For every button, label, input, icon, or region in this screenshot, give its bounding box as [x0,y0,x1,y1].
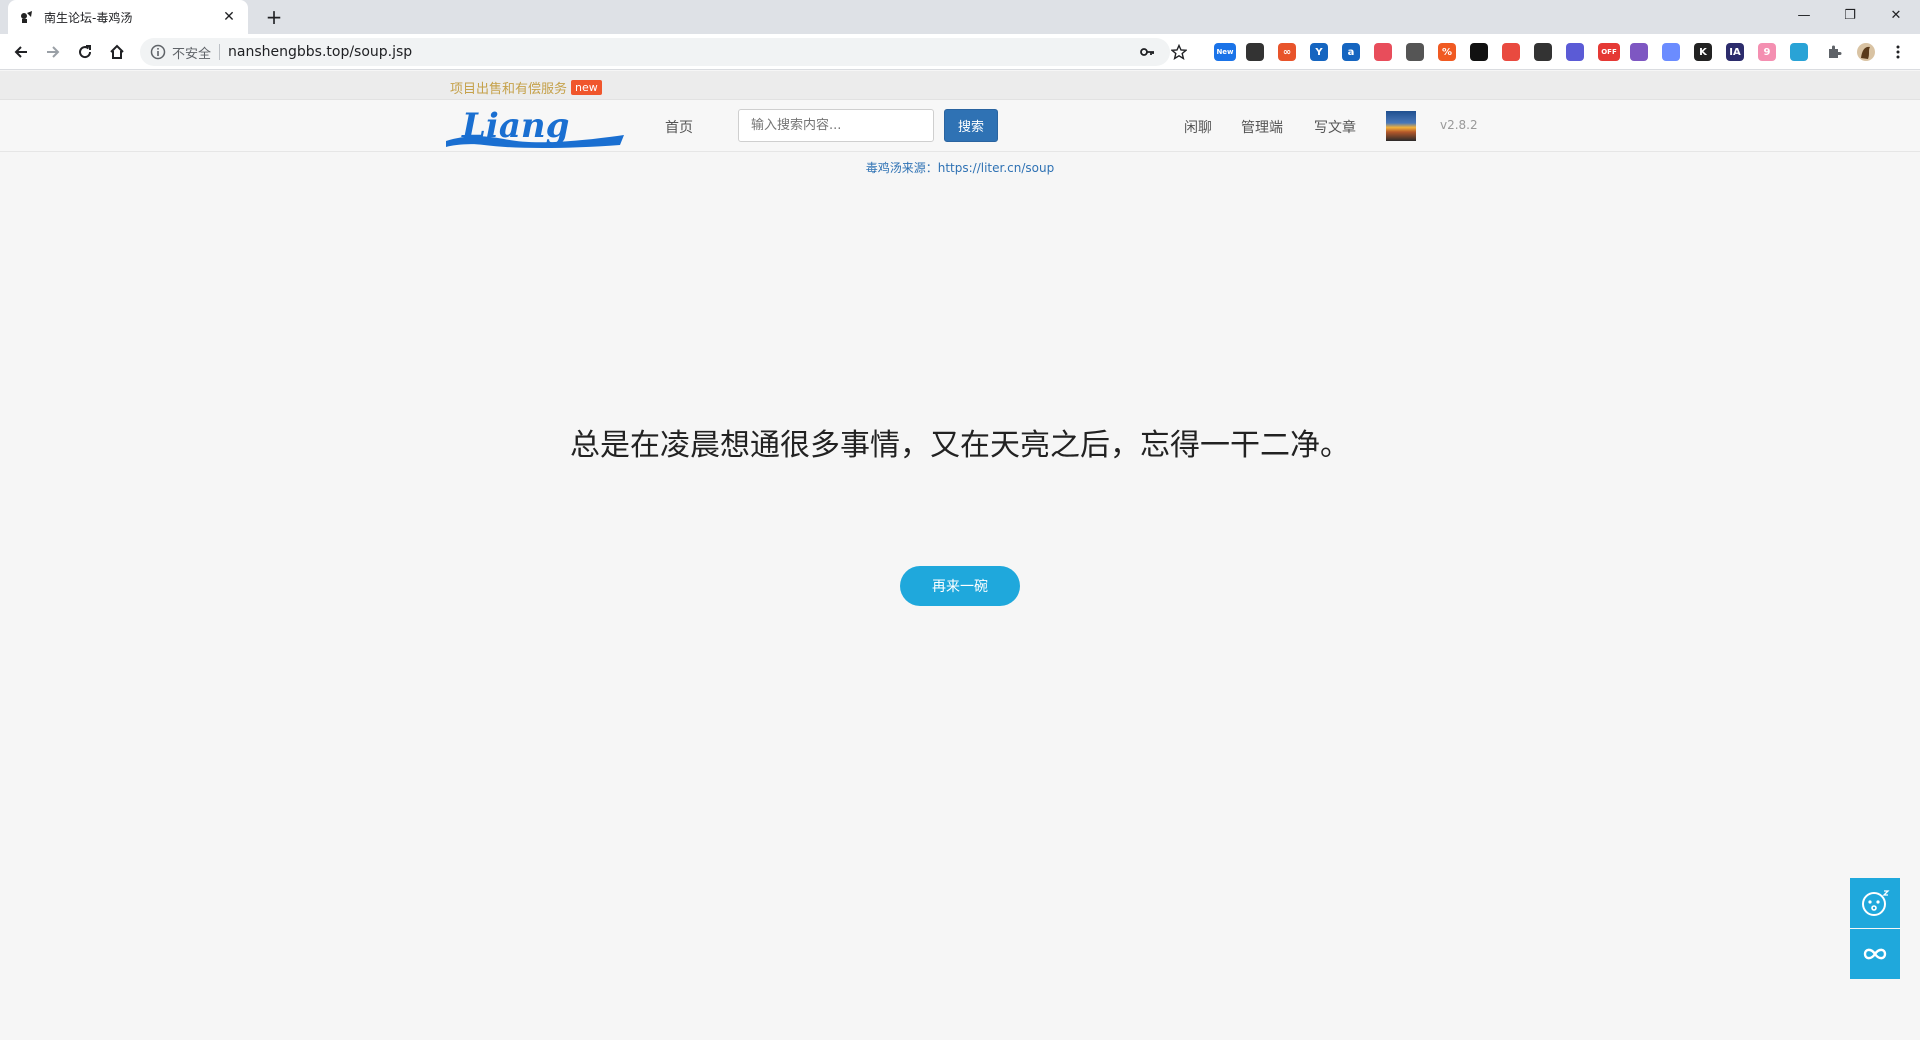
version-label: v2.8.2 [1440,118,1478,132]
url-text[interactable]: nanshengbbs.top/soup.jsp [228,44,412,60]
ext-18-icon[interactable]: 9 [1758,43,1776,61]
ext-10-icon[interactable] [1502,43,1520,61]
soup-source-link[interactable]: 毒鸡汤来源：https://liter.cn/soup [0,159,1920,176]
floating-link-button[interactable] [1850,929,1900,979]
omnibox-divider [219,44,221,60]
floating-emoji-button[interactable] [1850,878,1900,928]
nav-home-link[interactable]: 首页 [665,117,693,137]
new-ext-icon[interactable]: New [1214,43,1236,61]
reload-button[interactable] [73,40,97,64]
another-bowl-button[interactable]: 再来一碗 [900,566,1020,606]
ext-off-icon[interactable]: OFF [1598,43,1620,61]
info-icon[interactable] [150,44,166,60]
ext-7-icon[interactable] [1406,43,1424,61]
ext-k-icon[interactable]: K [1694,43,1712,61]
ext-8-icon[interactable]: % [1438,43,1456,61]
ext-6-icon[interactable] [1374,43,1392,61]
nav-write-link[interactable]: 写文章 [1314,117,1356,137]
search-input[interactable] [738,109,934,142]
back-button[interactable] [9,40,33,64]
window-close-button[interactable]: ✕ [1873,0,1919,30]
password-key-icon[interactable] [1136,38,1158,66]
bookmark-star-icon[interactable] [1168,38,1190,66]
insecure-label: 不安全 [172,46,212,62]
ext-3-icon[interactable]: ∞ [1278,43,1296,61]
extensions-puzzle-icon[interactable] [1822,40,1846,64]
face-icon [1862,890,1890,916]
home-button[interactable] [105,40,129,64]
profile-avatar[interactable] [1854,40,1878,64]
ext-15-icon[interactable] [1662,43,1680,61]
browser-tabstrip: 南生论坛-毒鸡汤 ✕ + — ❐ ✕ [0,0,1920,34]
promo-new-badge: new [571,80,602,95]
soup-quote: 总是在凌晨想通很多事情，又在天亮之后，忘得一干二净。 [570,428,1350,463]
ext-ia-icon[interactable]: IA [1726,43,1744,61]
home-icon [110,44,124,59]
new-tab-button[interactable]: + [262,6,286,28]
browser-toolbar: 不安全 nanshengbbs.top/soup.jsp New ∞ Ya% OFF K… [0,34,1920,70]
site-logo[interactable]: Liang [444,105,630,149]
user-avatar[interactable] [1386,111,1416,141]
promo-link[interactable]: 项目出售和有偿服务 new [450,78,602,97]
promo-bar: 项目出售和有偿服务 new [0,71,1920,100]
logo-text: Liang [461,106,569,146]
tab-close-icon[interactable]: ✕ [220,9,238,25]
ext-4-icon[interactable]: Y [1310,43,1328,61]
browser-tab[interactable]: 南生论坛-毒鸡汤 ✕ [8,0,248,34]
ext-2-icon[interactable] [1246,43,1264,61]
infinity-icon [1863,948,1887,960]
ext-12-icon[interactable] [1566,43,1584,61]
nav-chat-link[interactable]: 闲聊 [1184,117,1212,137]
reload-icon [79,45,92,59]
forward-button[interactable] [41,40,65,64]
site-navbar: Liang 首页 搜索 闲聊 管理端 写文章 v2.8.2 [0,100,1920,152]
restore-button[interactable]: ❐ [1827,0,1873,30]
back-arrow-icon [14,46,27,58]
minimize-button[interactable]: — [1781,0,1827,30]
promo-text: 项目出售和有偿服务 [450,82,568,97]
address-bar[interactable]: 不安全 nanshengbbs.top/soup.jsp [140,38,1187,66]
ext-11-icon[interactable] [1534,43,1552,61]
chrome-menu-icon[interactable] [1886,40,1910,64]
nav-admin-link[interactable]: 管理端 [1241,117,1283,137]
ext-19-icon[interactable] [1790,43,1808,61]
search-button[interactable]: 搜索 [944,109,998,142]
forward-arrow-icon [47,46,60,58]
ext-5-icon[interactable]: a [1342,43,1360,61]
site-favicon-icon [18,9,34,25]
ext-14-icon[interactable] [1630,43,1648,61]
ext-9-icon[interactable] [1470,43,1488,61]
tab-title: 南生论坛-毒鸡汤 [44,10,133,25]
